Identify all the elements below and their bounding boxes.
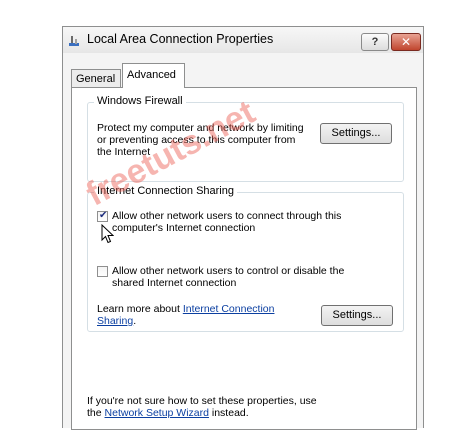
firewall-settings-button[interactable]: Settings... (320, 123, 392, 144)
footer-text: If you're not sure how to set these prop… (87, 395, 387, 419)
internet-connection-sharing-group: Internet Connection Sharing ✔ Allow othe… (87, 185, 404, 332)
sharing-settings-button[interactable]: Settings... (321, 305, 393, 326)
advanced-tab-panel: Windows Firewall Protect my computer and… (71, 87, 417, 430)
tab-general[interactable]: General (71, 69, 121, 87)
network-connection-icon (69, 36, 79, 46)
learn-more-prefix: Learn more about (97, 303, 183, 315)
learn-more-suffix: . (133, 315, 137, 327)
title-bar[interactable]: Local Area Connection Properties ? ✕ (63, 27, 423, 53)
learn-more-text: Learn more about Internet Connection Sha… (97, 303, 297, 327)
windows-firewall-group-title: Windows Firewall (94, 95, 186, 107)
footer-suffix: instead. (208, 407, 249, 419)
close-button[interactable]: ✕ (391, 33, 421, 51)
close-icon: ✕ (400, 35, 412, 49)
properties-dialog: Local Area Connection Properties ? ✕ Gen… (62, 26, 424, 430)
window-title: Local Area Connection Properties (87, 32, 274, 46)
mouse-pointer-icon (101, 224, 114, 244)
allow-connect-checkbox[interactable]: ✔ (97, 210, 108, 222)
allow-control-checkbox[interactable] (97, 266, 108, 277)
checkmark-icon: ✔ (99, 210, 108, 221)
network-setup-wizard-link[interactable]: Network Setup Wizard (105, 407, 209, 419)
allow-control-label[interactable]: Allow other network users to control or … (112, 265, 377, 289)
windows-firewall-group: Windows Firewall Protect my computer and… (87, 95, 404, 182)
tab-advanced[interactable]: Advanced (122, 63, 185, 88)
help-button[interactable]: ? (361, 33, 389, 51)
footer-prefix: the (87, 407, 105, 419)
internet-connection-sharing-group-title: Internet Connection Sharing (94, 185, 237, 197)
allow-connect-label[interactable]: Allow other network users to connect thr… (112, 210, 377, 234)
footer-line1: If you're not sure how to set these prop… (87, 395, 317, 407)
firewall-description: Protect my computer and network by limit… (97, 122, 304, 158)
